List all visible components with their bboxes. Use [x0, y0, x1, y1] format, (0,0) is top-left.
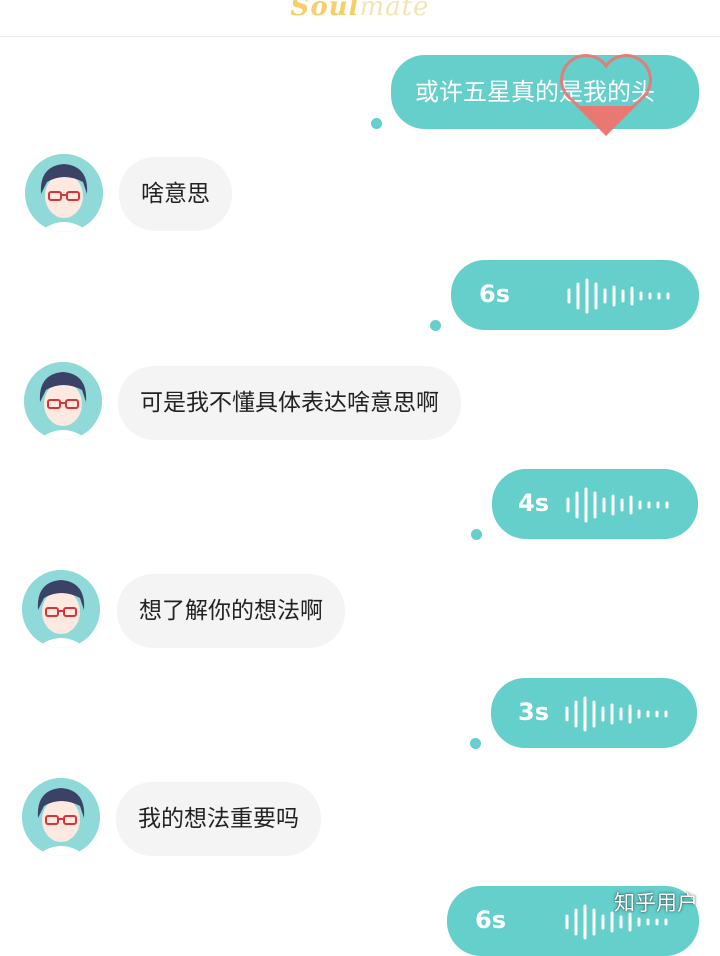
anime-avatar-icon [24, 362, 102, 440]
voice-wave-icon [565, 696, 668, 732]
logo-mate: mate [359, 0, 430, 22]
anime-avatar-icon [22, 778, 100, 856]
message-text: 想了解你的想法啊 [139, 598, 323, 624]
logo-soul: Soul [290, 0, 360, 22]
voice-duration: 4s [518, 489, 549, 517]
app-header: Soulmate [0, 0, 720, 37]
avatar[interactable] [24, 362, 102, 440]
message-text: 我的想法重要吗 [138, 806, 299, 832]
avatar[interactable] [22, 778, 100, 856]
voice-duration: 6s [479, 280, 510, 308]
message-in-text[interactable]: 啥意思 [119, 157, 232, 231]
voice-message[interactable]: 4s [492, 469, 698, 539]
sent-indicator [471, 529, 482, 540]
sent-indicator [470, 738, 481, 749]
app-logo: Soulmate [0, 0, 720, 22]
voice-duration: 3s [518, 698, 549, 726]
message-in-text[interactable]: 想了解你的想法啊 [117, 574, 345, 648]
voice-message[interactable]: 3s [491, 678, 697, 748]
message-in-text[interactable]: 可是我不懂具体表达啥意思啊 [118, 366, 461, 440]
anime-avatar-icon [25, 154, 103, 232]
avatar[interactable] [22, 570, 100, 648]
voice-wave-icon [567, 278, 670, 314]
heart-icon [560, 54, 652, 137]
message-text: 啥意思 [141, 181, 210, 207]
avatar[interactable] [25, 154, 103, 232]
watermark: 知乎用户 [614, 891, 698, 915]
voice-duration: 6s [475, 906, 506, 934]
sent-indicator [371, 118, 382, 129]
message-in-text[interactable]: 我的想法重要吗 [116, 782, 321, 856]
voice-wave-icon [566, 487, 669, 523]
sent-indicator [430, 320, 441, 331]
anime-avatar-icon [22, 570, 100, 648]
message-text: 可是我不懂具体表达啥意思啊 [140, 390, 439, 416]
voice-message[interactable]: 6s [451, 260, 699, 330]
